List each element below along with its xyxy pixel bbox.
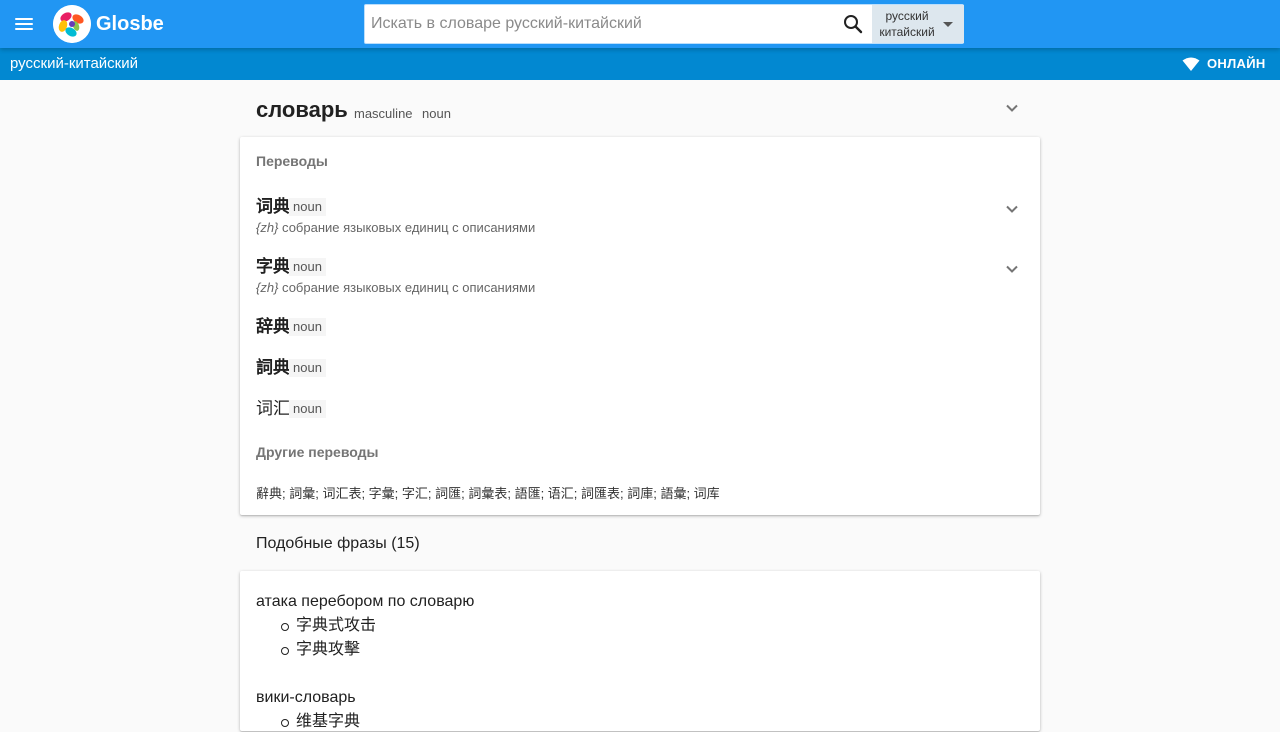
phrase-translation[interactable]: 字典式攻击 (280, 616, 376, 636)
translation-pos: noun (289, 359, 326, 377)
translation-item[interactable]: 詞典 noun (256, 357, 1026, 397)
translation-pos: noun (289, 258, 326, 276)
wifi-icon (1182, 57, 1200, 71)
translation-word[interactable]: 词汇 (256, 398, 290, 420)
gender-label: masculine (354, 106, 413, 121)
translation-description: {zh} собрание языковых единиц с описания… (256, 220, 536, 235)
translation-item[interactable]: 词汇 noun (256, 398, 1026, 438)
chevron-down-icon[interactable] (1002, 199, 1022, 219)
translation-item[interactable]: 辞典 noun (256, 316, 1026, 356)
other-translations-title: Другие переводы (256, 444, 379, 460)
source-language: русский (885, 9, 929, 23)
phrase-item[interactable]: вики-словарь (256, 688, 356, 708)
translation-description: {zh} собрание языковых единиц с описания… (256, 280, 536, 295)
top-app-bar: Glosbe русский китайский (0, 0, 1280, 48)
translation-pos: noun (289, 318, 326, 336)
phrase-item[interactable]: атака перебором по словарю (256, 592, 474, 612)
translation-word[interactable]: 字典 (256, 256, 290, 278)
headword: словарь (256, 97, 348, 122)
translation-word[interactable]: 詞典 (256, 357, 290, 379)
glosbe-logo-icon[interactable] (53, 5, 91, 43)
target-language: китайский (879, 25, 935, 39)
translations-title: Переводы (256, 153, 328, 169)
entry-header: словарь masculine noun (256, 96, 1026, 126)
translation-word[interactable]: 辞典 (256, 316, 290, 338)
similar-phrases-title: Подобные фразы (15) (256, 535, 420, 552)
online-label: ОНЛАЙН (1207, 56, 1266, 71)
dropdown-caret-icon (943, 22, 953, 27)
translation-word[interactable]: 词典 (256, 196, 290, 218)
language-pair-title[interactable]: русский-китайский (10, 55, 138, 73)
translation-item[interactable]: 词典 noun {zh} собрание языковых единиц с … (256, 196, 1026, 236)
translation-item[interactable]: 字典 noun {zh} собрание языковых единиц с … (256, 256, 1026, 296)
menu-icon[interactable] (12, 12, 36, 36)
phrase-translation[interactable]: 字典攻擊 (280, 640, 360, 660)
search-icon[interactable] (841, 12, 865, 36)
translation-pos: noun (289, 400, 326, 418)
phrase-translation[interactable]: 维基字典 (280, 712, 360, 732)
chevron-down-icon[interactable] (1002, 98, 1022, 118)
pos-label: noun (422, 106, 451, 121)
similar-phrases-card: атака перебором по словарю 字典式攻击 字典攻擊 ви… (240, 571, 1040, 731)
language-pair-bar: русский-китайский ОНЛАЙН (0, 48, 1280, 80)
search-input[interactable] (371, 5, 841, 43)
other-translations-list[interactable]: 辭典; 詞彙; 词汇表; 字彙; 字汇; 詞匯; 詞彙表; 語匯; 语汇; 詞匯… (256, 486, 720, 502)
search-bar: русский китайский (364, 4, 964, 44)
language-pair-select[interactable]: русский китайский (872, 5, 964, 43)
translations-card: Переводы 词典 noun {zh} собрание языковых … (240, 137, 1040, 515)
brand-name[interactable]: Glosbe (96, 12, 164, 36)
chevron-down-icon[interactable] (1002, 259, 1022, 279)
translation-pos: noun (289, 198, 326, 216)
